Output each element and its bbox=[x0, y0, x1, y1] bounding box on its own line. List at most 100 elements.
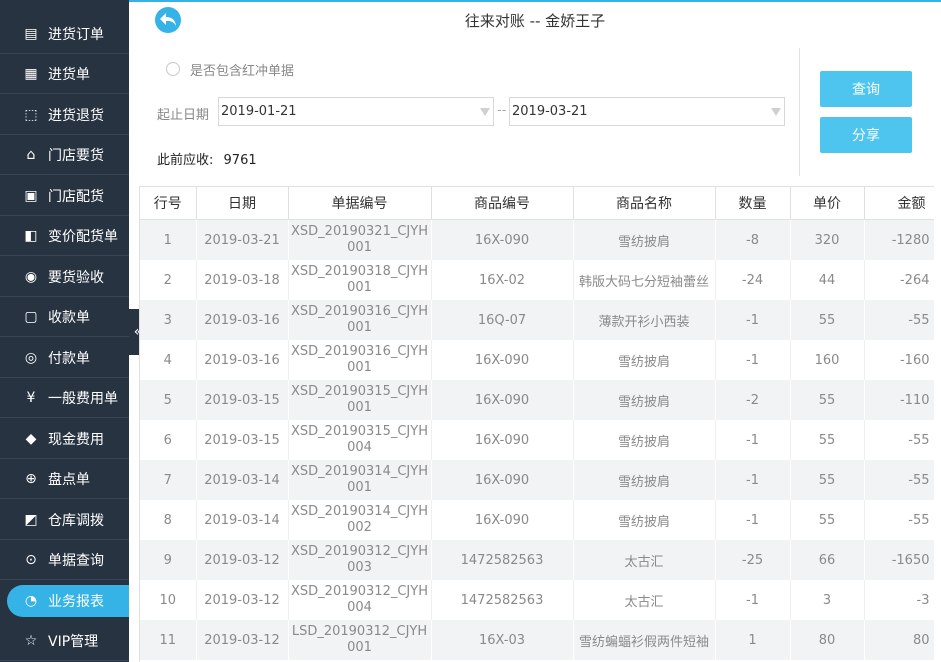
column-header[interactable]: 日期 bbox=[196, 186, 289, 220]
table-cell: 太古汇 bbox=[573, 580, 716, 620]
sidebar-item-12[interactable]: ◩ 仓库调拨 bbox=[0, 500, 129, 540]
sidebar-item-6[interactable]: ◉ 要货验收 bbox=[0, 257, 129, 297]
table-cell: -1280 bbox=[864, 219, 934, 260]
pie-chart-icon: ◔ bbox=[24, 593, 38, 609]
table-cell: 2019-03-14 bbox=[196, 500, 289, 540]
prior-receivable-label: 此前应收: bbox=[157, 153, 214, 168]
cash-bag-icon: ◆ bbox=[25, 430, 37, 447]
table-cell: -2 bbox=[715, 380, 791, 420]
table-cell: -1 bbox=[715, 300, 791, 340]
sidebar-item-0[interactable]: ▤ 进货订单 bbox=[0, 14, 129, 54]
column-header[interactable]: 单价 bbox=[790, 186, 865, 220]
table-row[interactable]: 9 2019-03-12 XSD_20190312_CJYH003 147258256… bbox=[140, 540, 934, 580]
table-cell: -25 bbox=[715, 540, 791, 580]
table-cell: 雪纺披肩 bbox=[573, 380, 716, 420]
start-date-field[interactable]: 2019-01-21 bbox=[218, 97, 494, 126]
sidebar-item-13[interactable]: ⊙ 单据查询 bbox=[0, 540, 129, 580]
date-range-separator: -- bbox=[497, 103, 507, 118]
table-row[interactable]: 5 2019-03-15 XSD_20190315_CJYH001 16X-090 雪纺… bbox=[140, 380, 934, 420]
sidebar-item-7[interactable]: ▢ 收款单 bbox=[0, 297, 129, 337]
table-cell: 66 bbox=[790, 540, 865, 580]
table-cell: 2019-03-15 bbox=[196, 380, 289, 420]
sidebar-item-1[interactable]: ▦ 进货单 bbox=[0, 54, 129, 94]
sidebar-item-label: 单据查询 bbox=[48, 552, 104, 569]
table-cell: -55 bbox=[864, 460, 934, 500]
table-cell: -55 bbox=[864, 420, 934, 460]
sidebar-item-5[interactable]: ◧ 变价配货单 bbox=[0, 216, 129, 256]
table-cell: 1 bbox=[715, 620, 791, 660]
column-header[interactable]: 商品编号 bbox=[431, 186, 574, 220]
table-cell: 16X-090 bbox=[431, 460, 574, 500]
query-button[interactable]: 查询 bbox=[820, 71, 912, 107]
sidebar-item-label: 现金费用 bbox=[48, 431, 104, 448]
table-cell: 44 bbox=[790, 260, 865, 300]
sidebar-item-label: 业务报表 bbox=[48, 594, 104, 610]
table-cell: 4 bbox=[140, 340, 197, 380]
purchase-return-icon: ⬚ bbox=[24, 106, 38, 123]
end-date-field[interactable]: 2019-03-21 bbox=[509, 97, 785, 126]
table-header-row: 行号 日期 单据编号 商品编号 商品名称 数量 单价 金额 bbox=[140, 186, 934, 220]
table-cell: XSD_20190314_CJYH002 bbox=[288, 500, 432, 540]
share-button[interactable]: 分享 bbox=[820, 117, 912, 153]
column-header[interactable]: 金额 bbox=[864, 186, 934, 220]
sidebar: ▤ 进货订单 ▦ 进货单 ⬚ 进货退货 ⌂ 门店要货 ▣ 门店配货 ◧ 变价配货单 ◉ 要货验收 ▢ 收款单 ◎… bbox=[0, 0, 129, 662]
sidebar-item-label: 一般费用单 bbox=[48, 390, 118, 407]
table-row[interactable]: 6 2019-03-15 XSD_20190315_CJYH004 16X-090 雪纺… bbox=[140, 420, 934, 460]
sidebar-item-3[interactable]: ⌂ 门店要货 bbox=[0, 135, 129, 175]
sidebar-item-label: 进货单 bbox=[48, 66, 90, 83]
table-cell: 55 bbox=[790, 420, 865, 460]
sidebar-item-label: 变价配货单 bbox=[48, 228, 118, 245]
sidebar-item-15[interactable]: ☆ VIP管理 bbox=[0, 621, 129, 661]
table-cell: 2019-03-16 bbox=[196, 340, 289, 380]
table-cell: XSD_20190312_CJYH003 bbox=[288, 540, 432, 580]
sidebar-item-10[interactable]: ◆ 现金费用 bbox=[0, 419, 129, 459]
sidebar-item-label: 付款单 bbox=[48, 350, 90, 367]
sidebar-item-11[interactable]: ⊕ 盘点单 bbox=[0, 459, 129, 499]
table-row[interactable]: 7 2019-03-14 XSD_20190314_CJYH001 16X-090 雪纺… bbox=[140, 460, 934, 500]
table-row[interactable]: 4 2019-03-16 XSD_20190316_CJYH001 16X-090 雪纺… bbox=[140, 340, 934, 380]
sidebar-item-9[interactable]: ¥ 一般费用单 bbox=[0, 378, 129, 418]
table-row[interactable]: 2 2019-03-18 XSD_20190318_CJYH001 16X-02 韩版大… bbox=[140, 260, 934, 300]
table-row[interactable]: 3 2019-03-16 XSD_20190316_CJYH001 16Q-07 薄款开… bbox=[140, 300, 934, 340]
table-cell: -1 bbox=[715, 340, 791, 380]
sidebar-item-4[interactable]: ▣ 门店配货 bbox=[0, 176, 129, 216]
date-range-label: 起止日期 bbox=[157, 108, 210, 123]
column-header[interactable]: 商品名称 bbox=[573, 186, 716, 220]
table-cell: 16X-090 bbox=[431, 380, 574, 420]
table-row[interactable]: 10 2019-03-12 XSD_20190312_CJYH004 14725825… bbox=[140, 580, 934, 620]
column-header[interactable]: 数量 bbox=[715, 186, 791, 220]
table-cell: 2 bbox=[140, 260, 197, 300]
table-row[interactable]: 8 2019-03-14 XSD_20190314_CJYH002 16X-090 雪纺… bbox=[140, 500, 934, 540]
top-accent-line bbox=[129, 0, 941, 2]
sidebar-item-label: 进货订单 bbox=[48, 26, 104, 43]
include-red-label[interactable]: 是否包含红冲单据 bbox=[190, 60, 294, 79]
table-cell: -1 bbox=[715, 460, 791, 500]
column-header[interactable]: 行号 bbox=[140, 186, 197, 220]
sidebar-item-label: VIP管理 bbox=[48, 633, 99, 650]
table-row[interactable]: 1 2019-03-21 XSD_20190321_CJYH001 16X-090 雪纺… bbox=[140, 219, 934, 260]
table-cell: 3 bbox=[790, 580, 865, 620]
table-cell: LSD_20190312_CJYH001 bbox=[288, 620, 432, 660]
store-request-icon: ⌂ bbox=[26, 146, 36, 163]
inspection-icon: ◉ bbox=[24, 268, 38, 285]
table-cell: 太古汇 bbox=[573, 540, 716, 580]
table-cell: 1 bbox=[140, 219, 197, 260]
table-cell: 5 bbox=[140, 380, 197, 420]
sidebar-item-2[interactable]: ⬚ 进货退货 bbox=[0, 95, 129, 135]
prior-receivable-value: 9761 bbox=[223, 153, 257, 168]
table-cell: 16X-03 bbox=[431, 620, 574, 660]
table-cell: -1 bbox=[715, 500, 791, 540]
include-red-radio[interactable] bbox=[166, 62, 180, 76]
sidebar-item-14[interactable]: ◔ 业务报表 bbox=[7, 585, 129, 617]
stocktake-icon: ⊕ bbox=[25, 470, 37, 487]
table-cell: 6 bbox=[140, 420, 197, 460]
table-cell: 160 bbox=[790, 340, 865, 380]
statement-table: 行号 日期 单据编号 商品编号 商品名称 数量 单价 金额 1 2019-03-21 XSD_20… bbox=[139, 186, 934, 662]
sidebar-item-8[interactable]: ◎ 付款单 bbox=[0, 338, 129, 378]
table-row[interactable]: 11 2019-03-12 LSD_20190312_CJYH001 16X-03 雪纺… bbox=[140, 620, 934, 660]
purchase-order-icon: ▤ bbox=[24, 25, 38, 42]
table-cell: 9 bbox=[140, 540, 197, 580]
column-header[interactable]: 单据编号 bbox=[288, 186, 432, 220]
table-cell: -3 bbox=[864, 580, 934, 620]
table-cell: 55 bbox=[790, 380, 865, 420]
